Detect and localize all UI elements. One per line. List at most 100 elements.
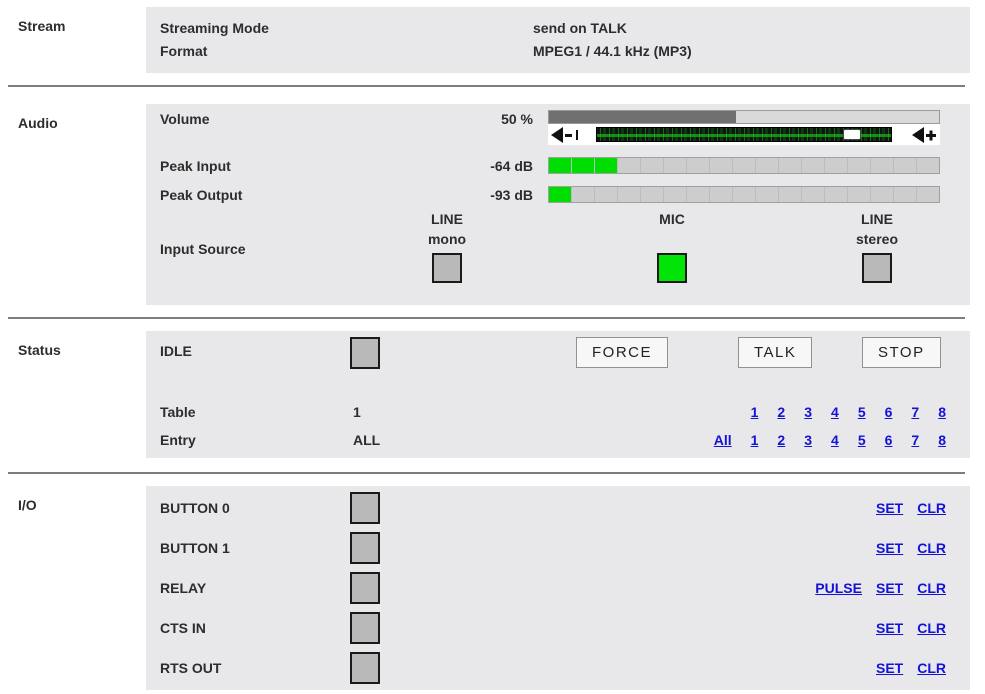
format-value: MPEG1 / 44.1 kHz (MP3): [533, 40, 692, 63]
meter-segment: [687, 187, 710, 202]
meter-segment: [618, 158, 641, 173]
rts-out-clr[interactable]: CLR: [917, 660, 946, 676]
meter-segment: [848, 187, 871, 202]
entry-link-8[interactable]: 8: [938, 429, 946, 451]
volume-down-icon[interactable]: [551, 127, 581, 143]
volume-slider[interactable]: [548, 124, 940, 145]
cts-in-set[interactable]: SET: [876, 620, 903, 636]
table-link-2[interactable]: 2: [777, 401, 785, 423]
meter-segment: [572, 187, 595, 202]
meter-segment: [756, 158, 779, 173]
line-stereo-indicator[interactable]: [862, 253, 892, 283]
volume-slider-track[interactable]: [596, 127, 892, 142]
audio-section: Audio Volume 50 %: [0, 104, 985, 305]
streaming-mode-row: Streaming Mode send on TALK: [146, 17, 970, 40]
table-value: 1: [353, 401, 361, 423]
entry-link-3[interactable]: 3: [804, 429, 812, 451]
force-button[interactable]: FORCE: [576, 337, 668, 368]
table-link-8[interactable]: 8: [938, 401, 946, 423]
peak-output-value: -93 dB: [446, 186, 533, 203]
status-indicator: [350, 337, 380, 369]
volume-up-icon[interactable]: [912, 127, 938, 143]
relay-set[interactable]: SET: [876, 580, 903, 596]
entry-link-all[interactable]: All: [714, 429, 732, 451]
format-label: Format: [160, 40, 533, 63]
audio-panel: Volume 50 %: [146, 104, 970, 305]
entry-link-2[interactable]: 2: [777, 429, 785, 451]
talk-button[interactable]: TALK: [738, 337, 812, 368]
section-divider: [8, 317, 965, 319]
entry-link-6[interactable]: 6: [885, 429, 893, 451]
meter-segment: [848, 158, 871, 173]
relay-clr[interactable]: CLR: [917, 580, 946, 596]
peak-input-label: Peak Input: [160, 157, 446, 174]
io-row-cts-in: CTS IN SETCLR: [146, 608, 970, 648]
meter-segment: [641, 158, 664, 173]
button1-label: BUTTON 1: [160, 540, 350, 556]
meter-segment: [549, 187, 572, 202]
io-row-rts-out: RTS OUT SET CLR: [146, 648, 970, 688]
line-stereo-label-1: LINE: [817, 209, 937, 229]
relay-indicator: [350, 572, 380, 604]
cts-in-indicator: [350, 612, 380, 644]
mic-indicator[interactable]: [657, 253, 687, 283]
input-source-option-mic: MIC: [612, 209, 732, 286]
peak-output-label: Peak Output: [160, 186, 446, 203]
entry-link-1[interactable]: 1: [751, 429, 759, 451]
rts-out-set[interactable]: SET: [876, 660, 903, 676]
peak-input-value: -64 dB: [446, 157, 533, 174]
table-row: Table 1 12345678: [160, 401, 946, 423]
meter-segment: [871, 158, 894, 173]
table-link-5[interactable]: 5: [858, 401, 866, 423]
meter-segment: [779, 158, 802, 173]
entry-label: Entry: [160, 429, 353, 451]
meter-segment: [687, 158, 710, 173]
line-stereo-label-2: stereo: [817, 229, 937, 253]
meter-segment: [825, 187, 848, 202]
meter-segment: [572, 158, 595, 173]
meter-segment: [917, 187, 939, 202]
format-row: Format MPEG1 / 44.1 kHz (MP3): [146, 40, 970, 63]
table-link-3[interactable]: 3: [804, 401, 812, 423]
mic-label-1: MIC: [612, 209, 732, 229]
table-link-1[interactable]: 1: [751, 401, 759, 423]
entry-link-4[interactable]: 4: [831, 429, 839, 451]
peak-input-row: Peak Input -64 dB: [160, 157, 940, 174]
meter-segment: [549, 158, 572, 173]
button0-indicator: [350, 492, 380, 524]
table-links: 12345678: [751, 401, 946, 423]
button1-clr[interactable]: CLR: [917, 540, 946, 556]
line-mono-label-1: LINE: [387, 209, 507, 229]
button1-indicator: [350, 532, 380, 564]
table-link-7[interactable]: 7: [911, 401, 919, 423]
relay-pulse[interactable]: PULSE: [815, 580, 862, 596]
stream-panel: Streaming Mode send on TALK Format MPEG1…: [146, 7, 970, 73]
line-mono-indicator[interactable]: [432, 253, 462, 283]
status-section-title: Status: [0, 331, 146, 458]
meter-segment: [802, 158, 825, 173]
button0-clr[interactable]: CLR: [917, 500, 946, 516]
button1-set[interactable]: SET: [876, 540, 903, 556]
streaming-mode-label: Streaming Mode: [160, 17, 533, 40]
entry-links: All 12345678: [714, 429, 946, 451]
table-link-6[interactable]: 6: [885, 401, 893, 423]
stop-button[interactable]: STOP: [862, 337, 941, 368]
stream-section-title: Stream: [0, 7, 146, 73]
meter-segment: [779, 187, 802, 202]
peak-output-meter: [548, 186, 940, 203]
entry-link-7[interactable]: 7: [911, 429, 919, 451]
entry-value: ALL: [353, 429, 380, 451]
rts-out-label: RTS OUT: [160, 660, 350, 676]
status-state-label: IDLE: [160, 343, 192, 359]
peak-output-row: Peak Output -93 dB: [160, 186, 940, 203]
cts-in-clr[interactable]: CLR: [917, 620, 946, 636]
button0-set[interactable]: SET: [876, 500, 903, 516]
table-link-4[interactable]: 4: [831, 401, 839, 423]
volume-slider-handle[interactable]: [843, 129, 861, 140]
meter-segment: [641, 187, 664, 202]
section-divider: [8, 472, 965, 474]
entry-link-5[interactable]: 5: [858, 429, 866, 451]
status-panel: IDLE FORCE TALK STOP Table 1 12345678 En…: [146, 331, 970, 458]
input-source-option-line-stereo: LINE stereo: [817, 209, 937, 286]
volume-value: 50 %: [446, 110, 533, 127]
